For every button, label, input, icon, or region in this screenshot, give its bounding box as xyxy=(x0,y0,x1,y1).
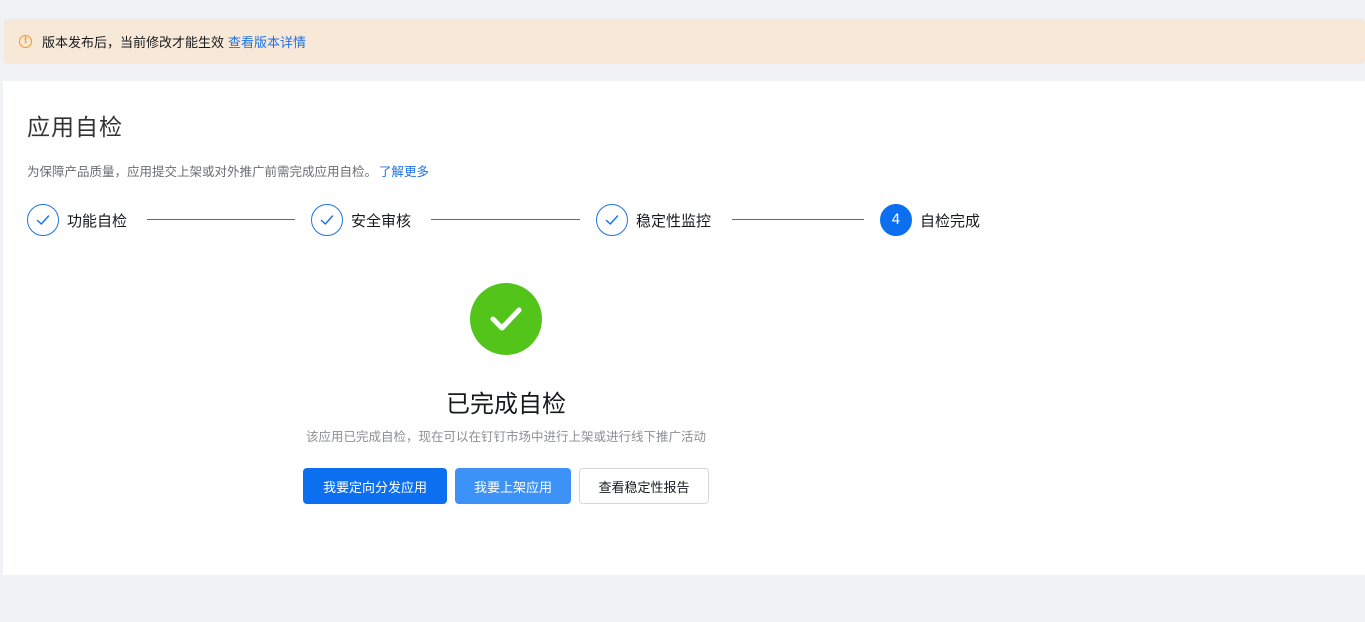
success-check-icon xyxy=(470,283,542,355)
step-security-review: 安全审核 xyxy=(311,203,411,237)
step-label: 自检完成 xyxy=(920,211,981,230)
notice-banner: ! 版本发布后，当前修改才能生效 查看版本详情 xyxy=(4,19,1365,64)
step-label: 稳定性监控 xyxy=(636,211,712,230)
step-function-check: 功能自检 xyxy=(27,203,127,237)
targeted-distribution-button[interactable]: 我要定向分发应用 xyxy=(303,468,447,504)
page-title: 应用自检 xyxy=(27,115,123,141)
check-icon xyxy=(596,204,628,236)
result-subtitle: 该应用已完成自检，现在可以在钉钉市场中进行上架或进行线下推广活动 xyxy=(305,429,706,444)
step-check-complete: 4 自检完成 xyxy=(880,203,980,237)
description-text: 为保障产品质量，应用提交上架或对外推广前需完成应用自检。 xyxy=(27,164,378,179)
self-check-card: 应用自检 为保障产品质量，应用提交上架或对外推广前需完成应用自检。 了解更多 功能… xyxy=(3,81,1365,575)
check-icon xyxy=(311,204,343,236)
publish-app-button[interactable]: 我要上架应用 xyxy=(455,468,571,504)
result-title: 已完成自检 xyxy=(446,390,566,418)
step-connector xyxy=(147,219,295,220)
page-description: 为保障产品质量，应用提交上架或对外推广前需完成应用自检。 了解更多 xyxy=(27,161,429,180)
step-connector xyxy=(732,219,864,220)
warning-circle-icon: ! xyxy=(19,35,32,48)
learn-more-link[interactable]: 了解更多 xyxy=(379,164,429,179)
notice-text: 版本发布后，当前修改才能生效 xyxy=(42,36,225,51)
step-stability-monitor: 稳定性监控 xyxy=(596,203,711,237)
step-connector xyxy=(431,219,580,220)
view-stability-report-button[interactable]: 查看稳定性报告 xyxy=(579,468,709,504)
check-icon xyxy=(27,204,59,236)
step-label: 安全审核 xyxy=(351,211,412,230)
step-number-badge: 4 xyxy=(880,204,912,236)
step-label: 功能自检 xyxy=(67,211,128,230)
steps-progress: 功能自检 安全审核 稳定性监控 4 自检完成 xyxy=(27,203,1027,237)
view-version-details-link[interactable]: 查看版本详情 xyxy=(228,32,306,51)
